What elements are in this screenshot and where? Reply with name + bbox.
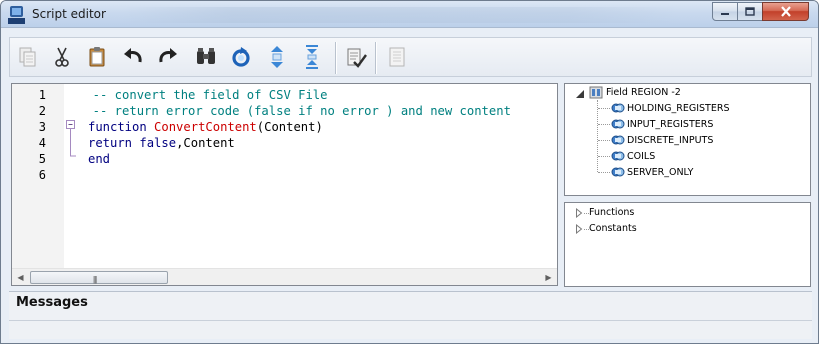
tree-connector — [598, 124, 610, 125]
cut-button[interactable] — [50, 45, 74, 69]
script-editor-window: Script editor 1 2 3 4 5 6 -- convert the… — [0, 0, 819, 344]
expand-button[interactable] — [265, 45, 289, 69]
expand-arrow-icon[interactable] — [575, 208, 583, 218]
title-background-blur — [121, 7, 681, 23]
tree-connector — [598, 108, 610, 109]
copy-icon — [19, 47, 36, 67]
register-node-icon — [611, 167, 625, 177]
tree-connector — [598, 172, 610, 173]
tree-node-label[interactable]: HOLDING_REGISTERS — [627, 103, 729, 114]
scroll-thumb[interactable]: ||| — [30, 271, 168, 284]
tree-connector — [597, 100, 598, 172]
undo-button[interactable] — [121, 45, 145, 69]
close-icon — [780, 6, 791, 17]
document-button[interactable] — [385, 45, 409, 69]
code-token: (Content) — [256, 120, 323, 134]
code-line: -- return error code (false if no error … — [78, 103, 557, 119]
code-editor[interactable]: 1 2 3 4 5 6 -- convert the field of CSV File … — [11, 83, 558, 286]
redo-button[interactable] — [156, 45, 180, 69]
code-line: function ConvertContent(Content) — [78, 119, 557, 135]
code-token: false — [139, 136, 177, 150]
check-script-icon — [347, 48, 367, 68]
field-region-icon — [589, 86, 603, 99]
refresh-button[interactable] — [229, 45, 253, 69]
scroll-right-icon[interactable]: ▶ — [540, 269, 557, 286]
register-node-icon — [611, 151, 625, 161]
tree-node-label[interactable]: SERVER_ONLY — [627, 167, 693, 178]
line-number: 6 — [38, 168, 46, 182]
app-icon — [8, 6, 25, 24]
find-button[interactable] — [194, 45, 218, 69]
toolbar-separator — [375, 42, 377, 74]
window-title: Script editor — [32, 7, 106, 21]
scroll-left-icon[interactable]: ◀ — [12, 269, 29, 286]
messages-title: Messages — [16, 295, 88, 310]
register-node-icon — [611, 119, 625, 129]
expand-vertical-icon — [271, 46, 283, 68]
register-node-icon — [611, 103, 625, 113]
code-line: return false,Content — [78, 135, 557, 151]
line-number: 2 — [38, 104, 46, 118]
library-tree[interactable]: Functions Constants — [564, 202, 811, 287]
tree-connector — [598, 140, 610, 141]
title-bar[interactable]: Script editor — [1, 1, 818, 28]
tree-node-label[interactable]: COILS — [627, 151, 655, 162]
scissors-icon — [55, 47, 69, 67]
code-token: ,Content — [176, 136, 235, 150]
field-tree[interactable]: Field REGION -2 HOLDING_REGISTERS INPUT_R… — [564, 83, 811, 196]
collapse-triangle-icon[interactable] — [575, 89, 587, 99]
check-script-button[interactable] — [344, 45, 368, 69]
code-token: ConvertContent — [154, 120, 257, 134]
code-token: return — [88, 136, 140, 150]
fold-margin — [66, 120, 76, 157]
minimize-icon — [721, 12, 729, 15]
toolbar — [9, 37, 812, 77]
messages-panel: Messages — [9, 291, 812, 339]
close-button[interactable] — [762, 2, 809, 21]
code-line: end — [78, 151, 557, 167]
line-numbers: 1 2 3 4 5 6 — [12, 87, 46, 183]
line-number-gutter: 1 2 3 4 5 6 — [12, 84, 64, 270]
expand-arrow-icon[interactable] — [575, 224, 583, 234]
collapse-button[interactable] — [300, 45, 324, 69]
code-text-area[interactable]: -- convert the field of CSV File -- retu… — [78, 87, 557, 267]
register-node-icon — [611, 135, 625, 145]
refresh-icon — [232, 47, 250, 67]
line-number: 5 — [38, 152, 46, 166]
collapse-vertical-icon — [306, 45, 318, 69]
code-token: -- convert the field of CSV File — [78, 88, 328, 102]
tree-node-label[interactable]: DISCRETE_INPUTS — [627, 135, 713, 146]
fold-toggle-icon[interactable] — [66, 120, 75, 129]
maximize-icon — [745, 7, 755, 16]
tree-node-label[interactable]: INPUT_REGISTERS — [627, 119, 713, 130]
tree-connector — [598, 156, 610, 157]
grip-icon: ||| — [93, 275, 97, 284]
tree-root-label[interactable]: Field REGION -2 — [606, 87, 681, 98]
paste-button[interactable] — [85, 45, 109, 69]
toolbar-separator — [335, 42, 337, 74]
code-line: -- convert the field of CSV File — [78, 87, 557, 103]
minimize-button[interactable] — [712, 2, 738, 21]
clipboard-icon — [89, 47, 105, 67]
messages-divider — [9, 320, 812, 321]
line-number: 3 — [38, 120, 46, 134]
library-item-label[interactable]: Functions — [589, 207, 634, 218]
document-icon — [389, 47, 405, 67]
redo-icon — [159, 48, 177, 63]
code-token: end — [88, 152, 111, 166]
line-number: 1 — [38, 88, 46, 102]
code-token: function — [88, 120, 155, 134]
code-token: -- return error code (false if no error … — [78, 104, 511, 118]
maximize-button[interactable] — [737, 2, 763, 21]
binoculars-icon — [197, 48, 215, 64]
line-number: 4 — [38, 136, 46, 150]
undo-icon — [124, 48, 142, 63]
library-item-label[interactable]: Constants — [589, 223, 637, 234]
horizontal-scrollbar[interactable]: ◀ ||| ▶ — [12, 268, 557, 285]
copy-button[interactable] — [16, 45, 40, 69]
